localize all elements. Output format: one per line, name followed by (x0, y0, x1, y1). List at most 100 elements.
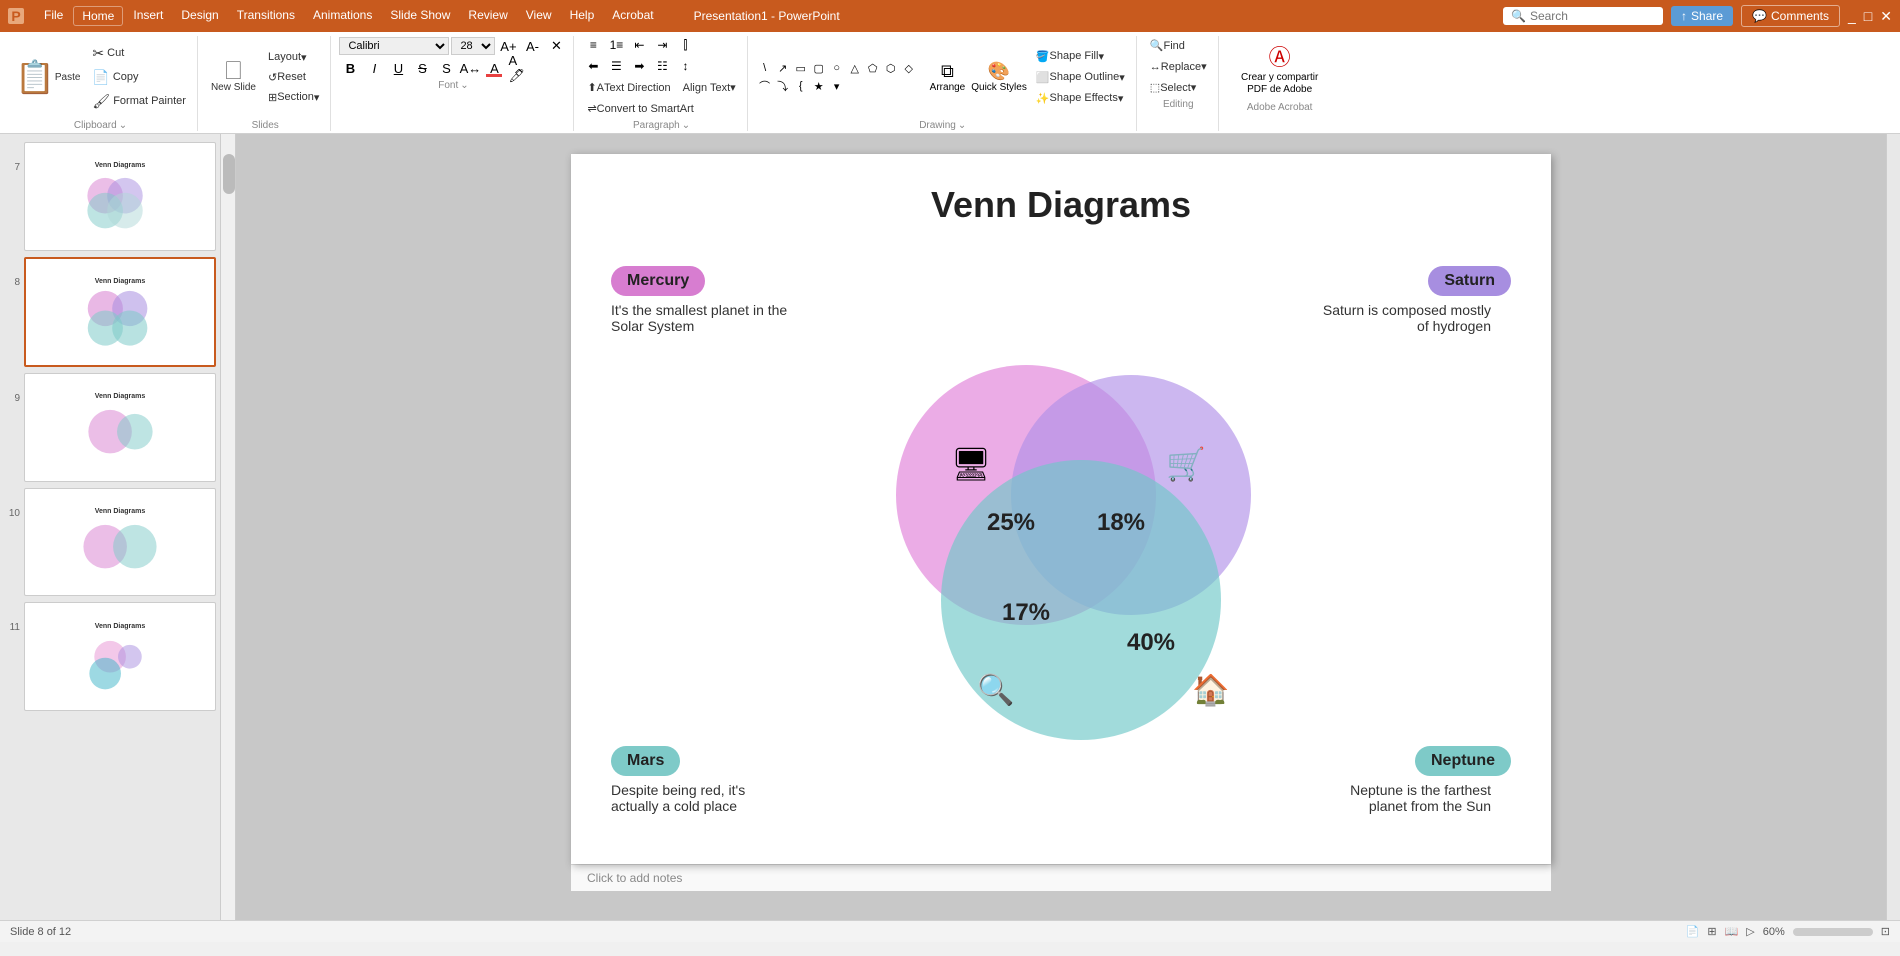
search-icon: 🔍 (1511, 9, 1526, 23)
shape-line[interactable]: \ (756, 59, 774, 77)
numbering-button[interactable]: 1≡ (605, 36, 627, 54)
menu-help[interactable]: Help (562, 6, 603, 26)
decrease-indent-button[interactable]: ⇤ (628, 36, 650, 54)
zoom-fit-button[interactable]: ⊡ (1881, 925, 1890, 938)
menu-acrobat[interactable]: Acrobat (604, 6, 661, 26)
quick-styles-button[interactable]: 🎨 Quick Styles (969, 59, 1029, 95)
menu-insert[interactable]: Insert (125, 6, 171, 26)
align-text-button[interactable]: Align Text ▾ (678, 78, 741, 97)
replace-button[interactable]: ↔ Replace ▾ (1145, 57, 1212, 76)
slide-thumb-9[interactable]: 9 Venn Diagrams (4, 373, 216, 482)
menu-review[interactable]: Review (460, 6, 515, 26)
font-color-button[interactable]: A (483, 58, 505, 78)
shape-triangle[interactable]: △ (846, 59, 864, 77)
new-slide-button[interactable]: 🗌 New Slide (206, 59, 261, 96)
layout-button[interactable]: Layout ▾ (263, 48, 324, 67)
strikethrough-button[interactable]: S (411, 58, 433, 78)
bullets-button[interactable]: ≡ (582, 36, 604, 54)
slide-thumb-8[interactable]: 8 Venn Diagrams (4, 257, 216, 367)
maximize-button[interactable]: □ (1864, 8, 1872, 24)
align-center-button[interactable]: ☰ (605, 57, 627, 75)
slide-img-7[interactable]: Venn Diagrams (24, 142, 216, 251)
bold-button[interactable]: B (339, 58, 361, 78)
scroll-thumb[interactable] (223, 154, 235, 194)
italic-button[interactable]: I (363, 58, 385, 78)
menu-design[interactable]: Design (173, 6, 226, 26)
menu-home[interactable]: Home (73, 6, 123, 26)
menu-animations[interactable]: Animations (305, 6, 380, 26)
convert-smartart-button[interactable]: ⇌ Convert to SmartArt (582, 99, 740, 118)
close-button[interactable]: ✕ (1880, 8, 1892, 25)
canvas-area[interactable]: Venn Diagrams Mercury It's the smallest … (236, 134, 1886, 920)
shape-round-rect[interactable]: ▢ (810, 59, 828, 77)
slide-img-9[interactable]: Venn Diagrams (24, 373, 216, 482)
slide-thumb-7[interactable]: 7 Venn Diagrams (4, 142, 216, 251)
align-left-button[interactable]: ⬅ (582, 57, 604, 75)
slide-thumb-10[interactable]: 10 Venn Diagrams (4, 488, 216, 597)
shape-rect[interactable]: ▭ (792, 59, 810, 77)
notes-bar[interactable]: Click to add notes (571, 864, 1551, 891)
highlight-button[interactable]: A🖊 (507, 58, 529, 78)
view-presenter-button[interactable]: ▷ (1746, 925, 1754, 938)
text-direction-button[interactable]: ⬆A Text Direction (582, 78, 675, 97)
shape-hex[interactable]: ⬡ (882, 59, 900, 77)
view-sorter-button[interactable]: ⊞ (1707, 925, 1716, 938)
search-box[interactable]: 🔍 (1503, 7, 1663, 25)
view-normal-button[interactable]: 📄 (1686, 925, 1700, 938)
slide-img-11[interactable]: Venn Diagrams (24, 602, 216, 711)
font-family-select[interactable]: Calibri (339, 37, 449, 55)
char-spacing-button[interactable]: A↔ (459, 58, 481, 78)
columns-button[interactable]: ⫿ (674, 36, 696, 54)
shadow-button[interactable]: S (435, 58, 457, 78)
menu-slideshow[interactable]: Slide Show (382, 6, 458, 26)
menu-transitions[interactable]: Transitions (229, 6, 303, 26)
shape-diamond[interactable]: ◇ (900, 59, 918, 77)
select-button[interactable]: ⬚ Select ▾ (1145, 78, 1212, 97)
shape-oval[interactable]: ○ (828, 59, 846, 77)
menu-view[interactable]: View (518, 6, 560, 26)
shape-connector[interactable]: ⤵ (774, 77, 792, 95)
zoom-slider[interactable] (1793, 928, 1873, 936)
clipboard-expand-icon[interactable]: ⌄ (119, 120, 127, 131)
reset-button[interactable]: ↺ Reset (263, 68, 324, 87)
copy-button[interactable]: 📄 Copy (87, 66, 191, 89)
find-button[interactable]: 🔍 Find (1145, 36, 1212, 55)
share-button[interactable]: ↑ Share (1671, 6, 1733, 26)
view-reading-button[interactable]: 📖 (1725, 925, 1739, 938)
slide-thumb-11[interactable]: 11 Venn Diagrams (4, 602, 216, 711)
shape-effects-button[interactable]: ✨ Shape Effects ▾ (1031, 89, 1130, 108)
panel-scrollbar[interactable] (220, 134, 236, 920)
section-button[interactable]: ⊞ Section ▾ (263, 88, 324, 107)
clear-format-button[interactable]: ✕ (545, 36, 567, 56)
comments-button[interactable]: 💬 Comments (1741, 5, 1840, 27)
drawing-expand-icon[interactable]: ⌄ (958, 120, 966, 131)
arrange-button[interactable]: ⧉ Arrange (928, 59, 968, 95)
shape-arrow[interactable]: ↗ (774, 59, 792, 77)
search-input[interactable] (1530, 9, 1650, 23)
shape-bracket[interactable]: { (792, 77, 810, 95)
shape-outline-button[interactable]: ⬜ Shape Outline ▾ (1031, 68, 1130, 87)
select-icon: ⬚ (1150, 81, 1160, 94)
justify-button[interactable]: ☷ (651, 57, 673, 75)
percent-17: 17% (1002, 599, 1050, 626)
adobe-button[interactable]: Ⓐ Crear y compartir PDF de Adobe (1227, 36, 1333, 100)
cut-button[interactable]: ✂ Cut (87, 42, 191, 65)
format-painter-button[interactable]: 🖌 Format Painter (87, 90, 191, 113)
font-expand-icon[interactable]: ⌄ (460, 80, 468, 91)
shapes-more[interactable]: ▾ (828, 77, 846, 95)
align-right-button[interactable]: ➡ (628, 57, 650, 75)
paragraph-expand-icon[interactable]: ⌄ (682, 120, 690, 131)
menu-file[interactable]: File (36, 6, 71, 26)
slide-img-8[interactable]: Venn Diagrams (24, 257, 216, 367)
font-size-select[interactable]: 28 (451, 37, 495, 55)
underline-button[interactable]: U (387, 58, 409, 78)
shape-fill-button[interactable]: 🪣 Shape Fill ▾ (1031, 47, 1130, 66)
slide-img-10[interactable]: Venn Diagrams (24, 488, 216, 597)
line-spacing-button[interactable]: ↕ (674, 57, 696, 75)
shape-pentagon[interactable]: ⬠ (864, 59, 882, 77)
paste-button[interactable]: 📋 Paste (10, 55, 85, 99)
shape-curved[interactable]: ⌒ (756, 77, 774, 95)
increase-indent-button[interactable]: ⇥ (651, 36, 673, 54)
minimize-button[interactable]: _ (1848, 8, 1856, 24)
shape-star[interactable]: ★ (810, 77, 828, 95)
